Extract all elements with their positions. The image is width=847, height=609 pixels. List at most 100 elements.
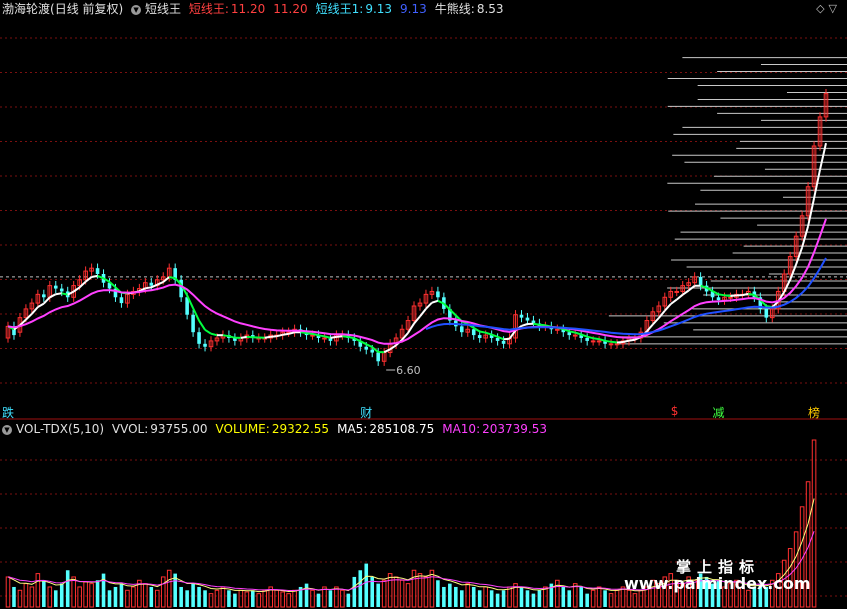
short-line-segment bbox=[318, 334, 325, 338]
vol-label-2: MA5: bbox=[337, 422, 368, 436]
grid bbox=[0, 37, 847, 597]
candle-body bbox=[572, 334, 578, 337]
candle-body bbox=[519, 314, 524, 318]
chart-canvas: 12.296.60 bbox=[0, 37, 847, 608]
short-line-segment bbox=[276, 333, 283, 338]
volume-bar bbox=[53, 590, 58, 607]
short-line-segment bbox=[312, 332, 319, 337]
short-line-segment bbox=[198, 320, 206, 331]
volume-bar bbox=[537, 590, 542, 607]
candle-body bbox=[698, 276, 703, 286]
volume-bar bbox=[561, 586, 566, 607]
short-line-segment bbox=[503, 337, 510, 341]
short-line-segment bbox=[78, 280, 87, 289]
volume-bar bbox=[166, 569, 172, 608]
volume-bar bbox=[393, 576, 399, 608]
short-line-segment bbox=[336, 335, 343, 338]
short-line-segment bbox=[145, 286, 152, 290]
volume-bar bbox=[328, 590, 333, 607]
candle-body bbox=[764, 308, 769, 318]
candle-body bbox=[596, 340, 602, 343]
diamond-icon[interactable]: ◇ bbox=[816, 2, 828, 15]
vol-value-1: 29322.55 bbox=[271, 422, 330, 436]
volume-bar bbox=[567, 590, 572, 607]
volume-bar bbox=[423, 576, 429, 608]
short-line-segment bbox=[628, 338, 636, 342]
short-line-segment bbox=[270, 335, 277, 338]
volume-bar bbox=[286, 593, 291, 608]
short-line-segment bbox=[43, 296, 51, 305]
short-line-segment bbox=[664, 303, 672, 312]
volume-bar bbox=[555, 579, 560, 608]
volume-bar bbox=[227, 590, 231, 607]
short-line-segment bbox=[574, 331, 582, 336]
volume-bar bbox=[203, 590, 207, 607]
signal-marker: 榜 bbox=[808, 406, 821, 420]
short-line-segment bbox=[479, 330, 486, 334]
short-line-segment bbox=[383, 348, 391, 354]
short-line-segment bbox=[407, 323, 415, 334]
candle-body bbox=[436, 291, 440, 298]
indicator-values: 短线王: 11.20 11.20 短线王1: 9.13 9.13 牛熊线: 8.53 bbox=[189, 2, 512, 16]
volume-bar bbox=[429, 569, 435, 608]
vol-label-1: VOLUME: bbox=[215, 422, 270, 436]
short-line-segment bbox=[282, 332, 289, 336]
short-line-segment bbox=[586, 335, 594, 340]
volume-bar bbox=[399, 579, 405, 608]
volume-bar bbox=[220, 586, 226, 608]
volume-bar bbox=[65, 570, 70, 607]
candle-body bbox=[567, 332, 572, 336]
volume-bar bbox=[5, 576, 11, 608]
vol-indicator-name[interactable]: VOL-TDX(5,10) bbox=[16, 422, 104, 436]
volume-bar bbox=[113, 586, 118, 607]
candle-body bbox=[53, 285, 58, 289]
short-line-segment bbox=[748, 292, 755, 296]
short-line-segment bbox=[25, 313, 33, 321]
price-header: 渤海轮渡(日线 前复权) ▼ 短线王 短线王: 11.20 11.20 短线王1: 9.1… bbox=[2, 1, 516, 17]
candle-body bbox=[119, 297, 124, 304]
signal-marker: 减 bbox=[712, 406, 725, 420]
volume-bar bbox=[454, 586, 458, 607]
volume-bar bbox=[304, 583, 309, 607]
short-line-segment bbox=[604, 339, 612, 343]
indicator-lines bbox=[7, 142, 827, 354]
volume-bar bbox=[436, 580, 440, 607]
signal-marker: 财 bbox=[360, 406, 373, 420]
short-line-segment bbox=[413, 315, 421, 325]
hdr-value-3: 9.13 bbox=[400, 2, 427, 16]
indicator-toggle-icon[interactable]: ▼ bbox=[131, 4, 142, 15]
volume-bar bbox=[811, 439, 817, 608]
expand-icon[interactable]: ▽ bbox=[829, 2, 841, 15]
volume-bar bbox=[35, 573, 41, 608]
short-line-segment bbox=[622, 339, 630, 343]
volume-bar bbox=[89, 583, 94, 608]
volume-bar bbox=[405, 583, 411, 608]
short-line-segment bbox=[676, 293, 684, 301]
short-line-segment bbox=[204, 328, 212, 335]
short-line-segment bbox=[431, 299, 439, 304]
short-line-segment bbox=[31, 306, 39, 315]
volume-bar bbox=[197, 586, 201, 607]
short-line-segment bbox=[169, 276, 176, 280]
window-controls: ◇▽ bbox=[816, 2, 841, 15]
vol-toggle-icon[interactable]: ▼ bbox=[2, 424, 12, 435]
candle-body bbox=[495, 338, 500, 341]
short-line-segment bbox=[210, 332, 218, 337]
hdr-label-2: 短线王1: bbox=[315, 2, 364, 16]
volume-bar bbox=[579, 586, 583, 607]
short-line-segment bbox=[73, 286, 81, 293]
volume-bar bbox=[244, 591, 250, 608]
short-line-segment bbox=[807, 197, 816, 227]
volume-bar bbox=[346, 593, 351, 607]
candle-body bbox=[376, 352, 380, 362]
candle-body bbox=[501, 340, 506, 344]
volume-bar bbox=[543, 586, 548, 608]
volume-bar bbox=[154, 589, 160, 608]
indicator-name[interactable]: 短线王 bbox=[145, 2, 181, 16]
candle-body bbox=[608, 343, 614, 346]
candle-body bbox=[459, 326, 464, 333]
volume-bar bbox=[71, 576, 76, 608]
candle-body bbox=[59, 288, 64, 292]
volume-bar bbox=[251, 590, 255, 607]
short-line-segment bbox=[240, 335, 247, 339]
